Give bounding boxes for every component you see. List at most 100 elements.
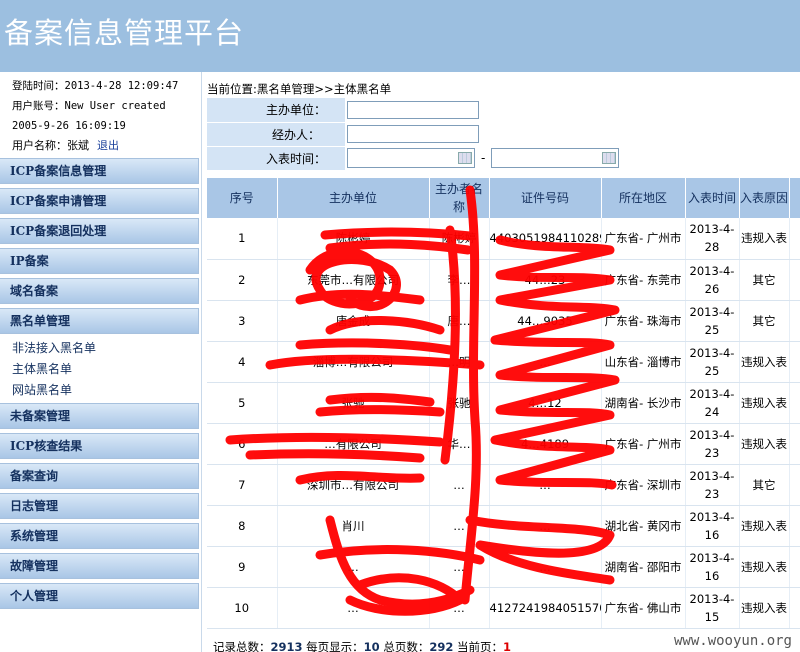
org-input[interactable] <box>347 100 479 119</box>
user-info: 登陆时间：2013-4-28 12:09:47 用户账号：New User cr… <box>0 72 201 158</box>
cell-org: 深圳市…有限公司 <box>277 464 430 506</box>
cell-time: 2013-4-23 <box>685 423 740 465</box>
current-page: 1 <box>503 640 512 652</box>
menu-ip[interactable]: IP备案 <box>0 248 199 274</box>
cell-id: 44…23 <box>489 259 602 301</box>
user-name: 用户名称：张斌 <box>12 139 89 152</box>
search-form: 主办单位： 经办人： 入表时间： - <box>207 98 800 171</box>
cell-org: 张驰 <box>277 382 430 424</box>
col-region: 所在地区 <box>601 178 686 218</box>
cell-index: 9 <box>207 546 278 588</box>
table-row: 8 肖川…… 湖北省- 黄冈市 2013-4-16 违规入表 <box>207 505 800 547</box>
cell-holder: 陈彬婷 <box>429 218 490 260</box>
cell-index: 3 <box>207 300 278 342</box>
menu-logs[interactable]: 日志管理 <box>0 493 199 519</box>
table-row: 5 张驰 张驰 4…12 湖南省- 长沙市 2013-4-24 违规入表 <box>207 382 800 424</box>
cell-time: 2013-4-16 <box>685 505 740 547</box>
calendar-icon[interactable] <box>458 152 472 164</box>
cell-org: 陈彬婷 <box>277 218 430 260</box>
menu-icp-check[interactable]: ICP核查结果 <box>0 433 199 459</box>
col-id: 证件号码 <box>489 178 602 218</box>
cell-region: 广东省- 珠海市 <box>601 300 686 342</box>
col-time: 入表时间 <box>685 178 740 218</box>
cell-index: 2 <box>207 259 278 301</box>
cell-holder: 华… <box>429 423 490 465</box>
cell-region: 山东省- 淄博市 <box>601 341 686 383</box>
menu-unregistered[interactable]: 未备案管理 <box>0 403 199 429</box>
app-title: 备案信息管理平台 <box>4 16 245 50</box>
cell-id: 412724198405157019 <box>489 587 602 629</box>
table-row: 2 东莞市…有限公司 李… 44…23 广东省- 东莞市 2013-4-26 其它 <box>207 259 800 301</box>
cell-region: 广东省- 广州市 <box>601 218 686 260</box>
cell-id: 4…4189 <box>489 423 602 465</box>
cell-extra <box>789 505 800 547</box>
cell-id: … <box>489 341 602 383</box>
cell-index: 7 <box>207 464 278 506</box>
menu-icp-return[interactable]: ICP备案退回处理 <box>0 218 199 244</box>
cell-extra <box>789 587 800 629</box>
table-row: 9……… 湖南省- 邵阳市 2013-4-16 违规入表 <box>207 546 800 588</box>
cell-extra <box>789 382 800 424</box>
cell-org: 唐金成 <box>277 300 430 342</box>
cell-id: 44…9035 <box>489 300 602 342</box>
cell-index: 6 <box>207 423 278 465</box>
pages-label: 总页数： <box>383 640 430 652</box>
cell-holder: … <box>429 587 490 629</box>
pagination-footer: 记录总数：2913 每页显示：10 总页数：292 当前页：1 <box>213 639 511 652</box>
cell-org: … <box>277 546 430 588</box>
cell-reason: 其它 <box>739 259 790 301</box>
org-label: 主办单位： <box>207 98 345 123</box>
cell-reason: 其它 <box>739 300 790 342</box>
table-row: 3 唐金成 唐… 44…9035 广东省- 珠海市 2013-4-25 其它 <box>207 300 800 342</box>
menu-fault[interactable]: 故障管理 <box>0 553 199 579</box>
cell-id: … <box>489 464 602 506</box>
account-created: 2005-9-26 16:09:19 <box>12 120 126 132</box>
menu-blacklist[interactable]: 黑名单管理 <box>0 308 199 334</box>
cell-holder: 张驰 <box>429 382 490 424</box>
cell-reason: 违规入表 <box>739 218 790 260</box>
menu-icp-apply[interactable]: ICP备案申请管理 <box>0 188 199 214</box>
menu-system[interactable]: 系统管理 <box>0 523 199 549</box>
menu-icp-info[interactable]: ICP备案信息管理 <box>0 158 199 184</box>
cell-time: 2013-4-25 <box>685 341 740 383</box>
cell-index: 5 <box>207 382 278 424</box>
blacklist-submenu: 非法接入黑名单 主体黑名单 网站黑名单 <box>0 338 201 403</box>
cell-time: 2013-4-15 <box>685 587 740 629</box>
blacklist-table: 序号 主办单位 主办者名称 证件号码 所在地区 入表时间 入表原因 1 陈彬婷 陈彬… <box>207 178 800 629</box>
menu-domain[interactable]: 域名备案 <box>0 278 199 304</box>
user-name-row: 用户名称：张斌 退出 <box>12 136 201 156</box>
table-header: 序号 主办单位 主办者名称 证件号码 所在地区 入表时间 入表原因 <box>207 178 800 218</box>
menu-personal[interactable]: 个人管理 <box>0 583 199 609</box>
submenu-site-blacklist[interactable]: 网站黑名单 <box>12 380 201 401</box>
cell-holder: 唐… <box>429 300 490 342</box>
cell-region: 广东省- 佛山市 <box>601 587 686 629</box>
cell-holder: … <box>429 505 490 547</box>
start-date-input[interactable] <box>347 148 475 168</box>
cell-extra <box>789 464 800 506</box>
submenu-entity-blacklist[interactable]: 主体黑名单 <box>12 359 201 380</box>
calendar-icon[interactable] <box>602 152 617 164</box>
menu-query[interactable]: 备案查询 <box>0 463 199 489</box>
cell-index: 10 <box>207 587 278 629</box>
col-org: 主办单位 <box>277 178 430 218</box>
cell-reason: 违规入表 <box>739 505 790 547</box>
agent-input[interactable] <box>347 125 479 143</box>
per-page-count: 10 <box>363 640 380 652</box>
end-date-input[interactable] <box>491 148 620 168</box>
table-row: 4 淄博…有限公司 …明… 山东省- 淄博市 2013-4-25 违规入表 <box>207 341 800 383</box>
submenu-illegal-access[interactable]: 非法接入黑名单 <box>12 338 201 359</box>
cell-reason: 违规入表 <box>739 587 790 629</box>
cell-org: 东莞市…有限公司 <box>277 259 430 301</box>
table-row: 1 陈彬婷 陈彬婷 4403051984110289 广东省- 广州市 2013-4-28… <box>207 218 800 260</box>
range-separator: - <box>481 150 486 165</box>
per-page-label: 每页显示： <box>306 640 364 652</box>
breadcrumb: 当前位置:黑名单管理>>主体黑名单 <box>207 82 392 96</box>
cell-region: 广东省- 深圳市 <box>601 464 686 506</box>
cell-holder: … <box>429 546 490 588</box>
col-reason: 入表原因 <box>739 178 790 218</box>
user-account: 用户账号：New User created <box>12 100 166 112</box>
cell-org: 淄博…有限公司 <box>277 341 430 383</box>
logout-link[interactable]: 退出 <box>97 139 119 152</box>
cell-org: …有限公司 <box>277 423 430 465</box>
cell-time: 2013-4-16 <box>685 546 740 588</box>
